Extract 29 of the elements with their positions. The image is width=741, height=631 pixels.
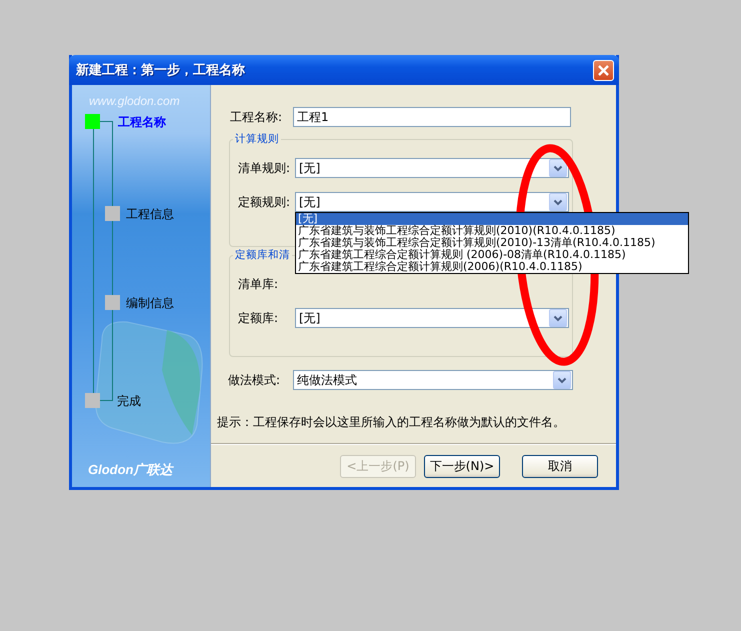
close-button[interactable] [593, 60, 614, 80]
dropdown-option[interactable]: 广东省建筑与装饰工程综合定额计算规则(2010)(R10.4.0.1185) [296, 225, 688, 237]
website-url: www.glodon.com [89, 94, 180, 108]
step-label: 工程信息 [126, 206, 174, 223]
wizard-button[interactable]: 下一步(N)> [424, 455, 500, 478]
field-label: 清单规则: [238, 160, 292, 176]
group-legend: 定额库和清 [233, 248, 292, 262]
field-label: 清单库: [238, 276, 280, 292]
dropdown-option[interactable]: 广东省建筑工程综合定额计算规则(2006)(R10.4.0.1185) [296, 261, 688, 273]
field-label: 定额规则: [238, 194, 292, 210]
group-legend: 计算规则 [233, 132, 281, 146]
dropdown-option[interactable]: 广东省建筑工程综合定额计算规则 (2006)-08清单(R10.4.0.1185) [296, 249, 688, 261]
close-icon [597, 64, 610, 76]
window-title: 新建工程：第一步，工程名称 [76, 62, 245, 79]
project-name-field[interactable]: 工程1 [293, 107, 571, 127]
field-label: 定额库: [238, 310, 280, 326]
field-label: 工程名称: [230, 108, 284, 126]
dropdown-option[interactable]: 广东省建筑与装饰工程综合定额计算规则(2010)-13清单(R10.4.0.1185) [296, 237, 688, 249]
combo-box[interactable]: 纯做法模式 [293, 370, 573, 390]
step-label: 编制信息 [126, 295, 174, 312]
combo-box[interactable]: [无] [295, 158, 569, 178]
dropdown-option[interactable]: [无] [296, 213, 688, 225]
wizard-button[interactable]: 取消 [522, 455, 598, 478]
step-label: 完成 [117, 393, 141, 410]
combo-box[interactable]: [无] [295, 308, 569, 328]
step-label: 工程名称 [118, 114, 166, 131]
hint-text: 提示：工程保存时会以这里所输入的工程名称做为默认的文件名。 [217, 414, 566, 431]
field-label: 做法模式: [228, 372, 282, 388]
brand-logo: Glodon广联达 [88, 461, 172, 479]
